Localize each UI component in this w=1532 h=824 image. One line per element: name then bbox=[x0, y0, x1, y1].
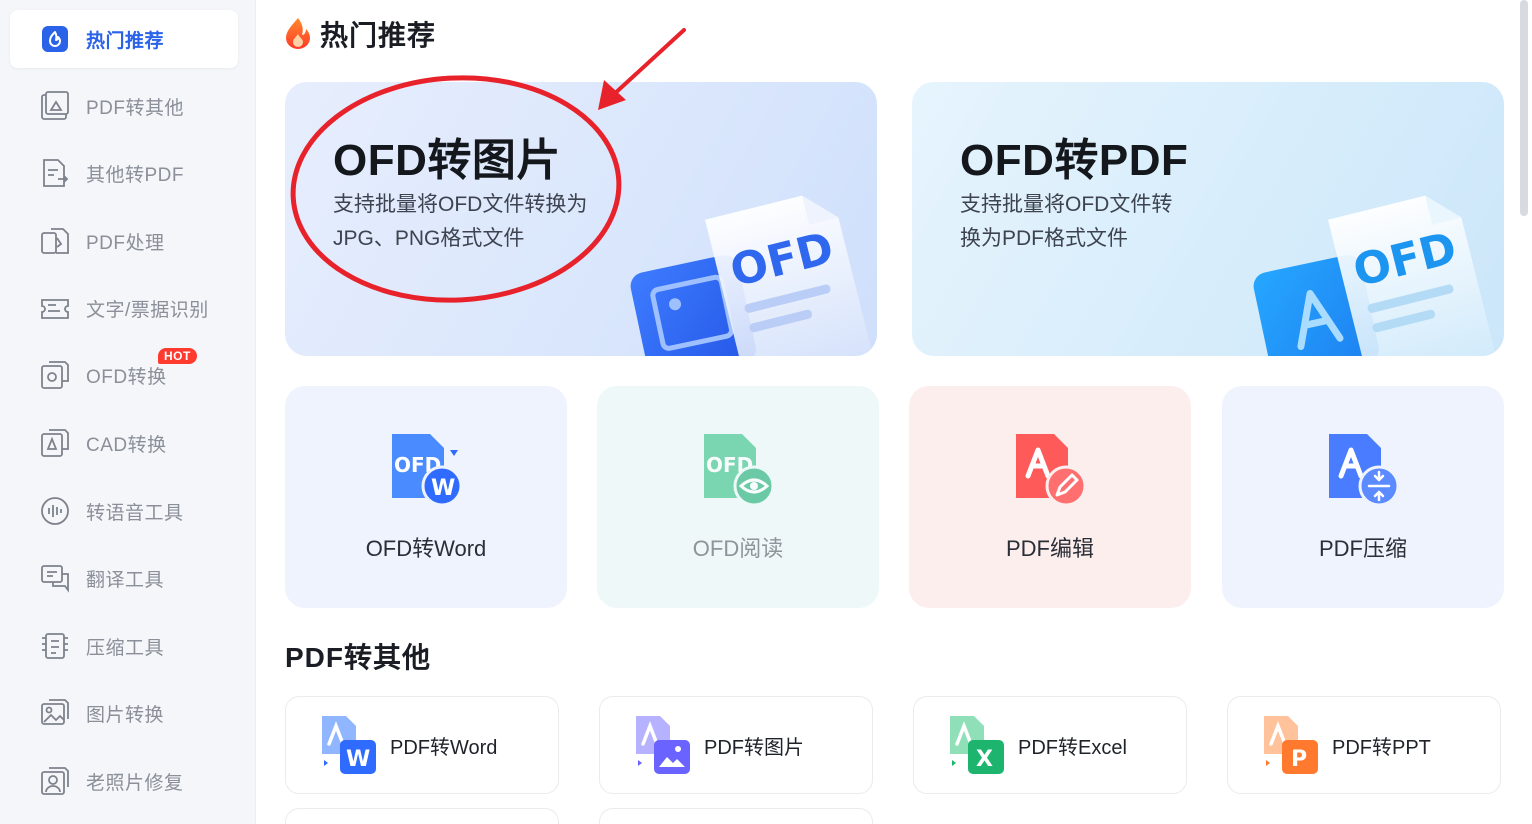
sidebar-item-compress-tools[interactable]: 压缩工具 bbox=[10, 617, 238, 675]
ofd-convert-icon bbox=[38, 358, 72, 392]
ofd-to-pdf-card[interactable]: OFD转PDF 支持批量将OFD文件转换为PDF格式文件 OFD bbox=[912, 82, 1504, 356]
sidebar-item-label: 转语音工具 bbox=[86, 502, 184, 524]
sidebar-item-translate-tools[interactable]: 翻译工具 bbox=[10, 549, 238, 607]
sidebar-item-pdf-process[interactable]: PDF处理 bbox=[10, 212, 238, 270]
sidebar-item-label: PDF转其他 bbox=[86, 97, 185, 119]
excel-letter: X bbox=[976, 747, 993, 772]
ofd-pdf-illustration-icon: OFD bbox=[1253, 195, 1496, 356]
hot-section-title: 热门推荐 bbox=[320, 20, 437, 51]
photo-repair-icon bbox=[38, 764, 72, 798]
tool-label: PDF压缩 bbox=[1318, 536, 1407, 561]
tool-label: OFD转Word bbox=[365, 536, 487, 561]
vertical-scrollbar[interactable] bbox=[1520, 0, 1528, 216]
sidebar-item-label: 老照片修复 bbox=[86, 772, 184, 794]
ofd-image-illustration-icon: OFD bbox=[630, 195, 873, 356]
ofd-to-image-card[interactable]: OFD转图片 支持批量将OFD文件转换为JPG、PNG格式文件 OFD bbox=[285, 82, 877, 356]
ofd-read-icon: OFD bbox=[704, 434, 775, 507]
tool-card-partial[interactable] bbox=[599, 808, 873, 824]
pdf-process-icon bbox=[38, 224, 72, 258]
sidebar-item-label: 压缩工具 bbox=[86, 637, 165, 659]
image-convert-icon bbox=[38, 696, 72, 730]
tool-label: OFD阅读 bbox=[692, 536, 784, 561]
sidebar-item-label: 其他转PDF bbox=[86, 164, 185, 186]
sidebar-item-label: PDF处理 bbox=[86, 232, 165, 254]
ppt-letter: P bbox=[1291, 747, 1307, 772]
card-description: 支持批量将OFD文件转换为JPG、PNG格式文件 bbox=[333, 193, 588, 250]
audio-wave-icon bbox=[38, 494, 72, 528]
card-description: 支持批量将OFD文件转换为PDF格式文件 bbox=[960, 193, 1173, 250]
word-letter: W bbox=[346, 747, 370, 772]
tool-label: PDF转Word bbox=[390, 736, 498, 759]
sidebar-item-label: 文字/票据识别 bbox=[86, 299, 209, 321]
pdf-excel-icon: X bbox=[950, 716, 1004, 774]
tool-label: PDF转PPT bbox=[1332, 736, 1431, 759]
ofd-word-icon: OFD W bbox=[392, 434, 463, 507]
pdf-edit-card[interactable]: PDF编辑 bbox=[909, 386, 1191, 608]
sidebar-item-audio-tools[interactable]: 转语音工具 bbox=[10, 482, 238, 540]
pdf-compress-icon bbox=[1329, 434, 1400, 507]
tool-label: PDF转图片 bbox=[704, 736, 804, 759]
sidebar-item-other-to-pdf[interactable]: 其他转PDF bbox=[10, 144, 238, 202]
sidebar-item-label: OFD转换 bbox=[86, 366, 167, 388]
sidebar-item-photo-repair[interactable]: 老照片修复 bbox=[10, 752, 238, 810]
sidebar-item-label: 翻译工具 bbox=[86, 569, 165, 591]
pdf-compress-card[interactable]: PDF压缩 bbox=[1222, 386, 1504, 608]
sidebar: 热门推荐 PDF转其他 其他转PDF PDF处理 文字/票据识别 OFD转换 H… bbox=[0, 0, 256, 824]
document-convert-icon bbox=[38, 156, 72, 190]
pdf-to-ppt-card[interactable]: P PDF转PPT bbox=[1227, 696, 1501, 794]
translate-icon bbox=[38, 561, 72, 595]
sidebar-item-label: CAD转换 bbox=[86, 434, 167, 456]
sidebar-item-image-convert[interactable]: 图片转换 bbox=[10, 684, 238, 742]
fire-icon bbox=[284, 17, 312, 54]
tool-label: PDF编辑 bbox=[1005, 536, 1094, 561]
pdf-word-icon: W bbox=[322, 716, 376, 774]
tool-label: PDF转Excel bbox=[1018, 736, 1127, 759]
hot-recommend-icon bbox=[38, 22, 72, 56]
card-title: OFD转图片 bbox=[333, 136, 561, 185]
sidebar-item-label: 图片转换 bbox=[86, 704, 165, 726]
sidebar-item-pdf-to-other[interactable]: PDF转其他 bbox=[10, 77, 238, 135]
sidebar-item-label: 热门推荐 bbox=[86, 30, 165, 52]
sidebar-item-text-recognition[interactable]: 文字/票据识别 bbox=[10, 279, 238, 337]
pdf-image-icon bbox=[38, 89, 72, 123]
sidebar-item-hot-recommend[interactable]: 热门推荐 bbox=[10, 10, 238, 68]
compress-icon bbox=[38, 629, 72, 663]
hot-badge: HOT bbox=[158, 348, 197, 364]
pdf-section-title: PDF转其他 bbox=[285, 642, 432, 673]
card-title: OFD转PDF bbox=[960, 136, 1189, 185]
text-recognition-icon bbox=[38, 291, 72, 325]
ofd-to-word-card[interactable]: OFD W OFD转Word bbox=[285, 386, 567, 608]
word-letter: W bbox=[431, 476, 455, 501]
sidebar-item-ofd-convert[interactable]: OFD转换 HOT bbox=[10, 346, 238, 404]
pdf-edit-icon bbox=[1016, 434, 1087, 507]
pdf-ppt-icon: P bbox=[1264, 716, 1318, 774]
pdf-to-word-card[interactable]: W PDF转Word bbox=[285, 696, 559, 794]
ofd-read-card[interactable]: OFD OFD阅读 bbox=[597, 386, 879, 608]
tool-card-partial[interactable] bbox=[285, 808, 559, 824]
pdf-to-excel-card[interactable]: X PDF转Excel bbox=[913, 696, 1187, 794]
pdf-image-convert-icon bbox=[636, 716, 690, 774]
sidebar-item-cad-convert[interactable]: CAD转换 bbox=[10, 414, 238, 472]
pdf-to-image-card[interactable]: PDF转图片 bbox=[599, 696, 873, 794]
cad-icon bbox=[38, 426, 72, 460]
